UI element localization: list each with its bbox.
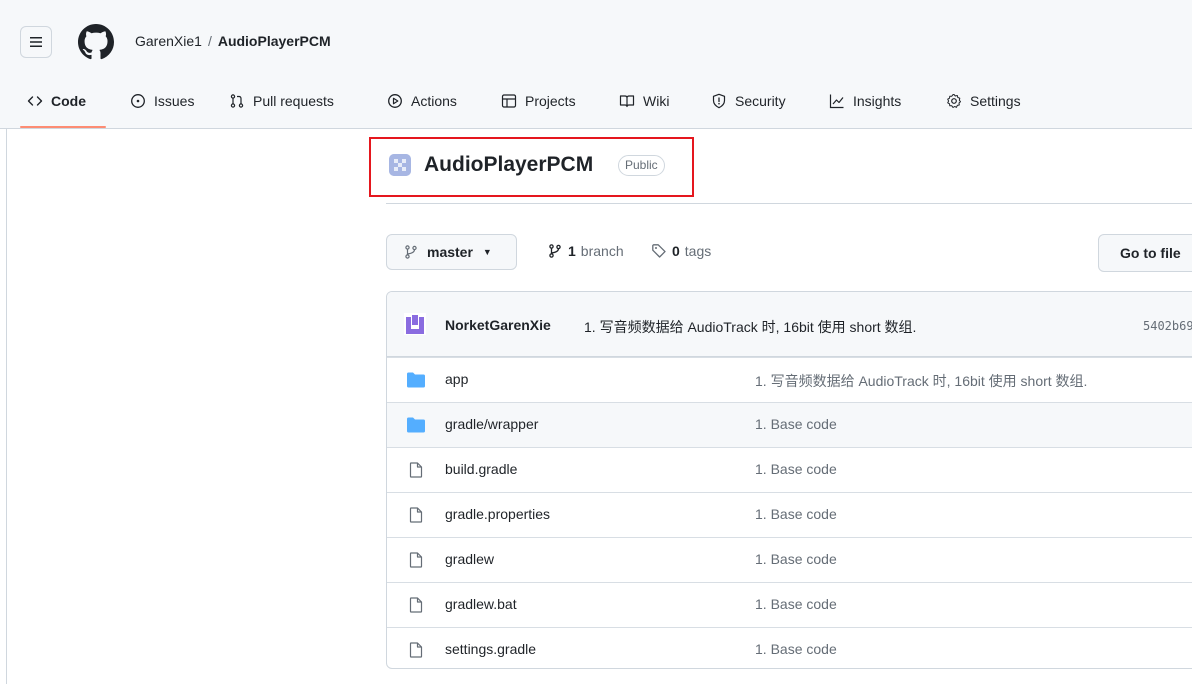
breadcrumb-separator: /	[207, 33, 212, 49]
folder-icon	[407, 417, 425, 433]
file-icon	[409, 462, 423, 478]
file-commit-message[interactable]: 1. Base code	[755, 416, 837, 432]
file-commit-message[interactable]: 1. Base code	[755, 461, 837, 477]
file-row-app[interactable]: app 1. 写音频数据给 AudioTrack 时, 16bit 使用 sho…	[387, 357, 1192, 402]
visibility-badge: Public	[618, 155, 665, 176]
title-divider	[386, 203, 1192, 204]
branch-label: branch	[580, 243, 624, 259]
folder-icon	[407, 372, 425, 388]
go-to-file-button[interactable]: Go to file	[1098, 234, 1192, 272]
tab-settings-label: Settings	[970, 93, 1021, 109]
file-row-gradle-wrapper[interactable]: gradle/wrapper 1. Base code	[387, 402, 1192, 447]
file-row-gradlew-bat[interactable]: gradlew.bat 1. Base code	[387, 582, 1192, 627]
table-icon	[501, 94, 517, 108]
file-icon	[409, 597, 423, 613]
tab-security[interactable]: Security	[711, 80, 786, 122]
git-branch-icon	[405, 245, 417, 259]
tab-actions[interactable]: Actions	[387, 80, 457, 122]
branch-name: master	[427, 244, 473, 260]
repo-header: GarenXie1 / AudioPlayerPCM Code Issues Pul…	[0, 0, 1192, 129]
git-pull-request-icon	[230, 94, 244, 108]
tab-projects[interactable]: Projects	[501, 80, 576, 122]
file-commit-message[interactable]: 1. Base code	[755, 596, 837, 612]
tag-count: 0	[672, 243, 680, 259]
tag-icon	[652, 244, 666, 258]
hamburger-icon	[30, 37, 42, 47]
file-name-link[interactable]: gradle/wrapper	[445, 416, 538, 432]
tab-pull-requests-label: Pull requests	[253, 93, 334, 109]
tab-wiki-label: Wiki	[643, 93, 670, 109]
book-icon	[619, 95, 635, 108]
commit-message-link[interactable]: 1. 写音频数据给 AudioTrack 时, 16bit 使用 short 数…	[584, 317, 916, 337]
hamburger-menu-button[interactable]	[20, 26, 52, 58]
file-row-build-gradle[interactable]: build.gradle 1. Base code	[387, 447, 1192, 492]
repo-owner-link[interactable]: GarenXie1	[135, 33, 202, 49]
github-logo-icon[interactable]	[78, 24, 114, 60]
repo-name-link[interactable]: AudioPlayerPCM	[218, 33, 331, 49]
file-name-link[interactable]: app	[445, 371, 468, 387]
branch-select-button[interactable]: master ▼	[386, 234, 517, 270]
repo-title[interactable]: AudioPlayerPCM	[424, 153, 593, 177]
file-icon	[409, 552, 423, 568]
tab-issues[interactable]: Issues	[130, 80, 194, 122]
branch-count: 1	[568, 243, 576, 259]
shield-icon	[712, 93, 726, 109]
file-icon	[409, 507, 423, 523]
tag-label: tags	[684, 243, 712, 259]
latest-commit-row: NorketGarenXie 1. 写音频数据给 AudioTrack 时, 1…	[387, 292, 1192, 357]
tags-link[interactable]: 0 tags	[651, 243, 711, 259]
tab-code[interactable]: Code	[27, 80, 86, 122]
file-commit-message[interactable]: 1. Base code	[755, 641, 837, 657]
gear-icon	[947, 94, 961, 108]
play-icon	[388, 94, 402, 108]
tab-insights[interactable]: Insights	[829, 80, 901, 122]
file-icon	[409, 642, 423, 658]
commit-author-link[interactable]: NorketGarenXie	[445, 317, 551, 333]
graph-icon	[829, 94, 844, 109]
code-icon	[27, 96, 43, 106]
tab-insights-label: Insights	[853, 93, 902, 109]
tab-wiki[interactable]: Wiki	[619, 80, 669, 122]
file-name-link[interactable]: gradlew	[445, 551, 494, 567]
tab-security-label: Security	[735, 93, 786, 109]
tab-code-label: Code	[51, 93, 86, 109]
tab-settings[interactable]: Settings	[946, 80, 1021, 122]
tab-issues-label: Issues	[154, 93, 195, 109]
file-row-gradle-properties[interactable]: gradle.properties 1. Base code	[387, 492, 1192, 537]
file-table: NorketGarenXie 1. 写音频数据给 AudioTrack 时, 1…	[386, 291, 1192, 669]
file-commit-message[interactable]: 1. Base code	[755, 506, 837, 522]
active-tab-underline	[20, 126, 106, 128]
file-name-link[interactable]: gradle.properties	[445, 506, 550, 522]
git-branch-icon	[549, 244, 561, 258]
file-name-link[interactable]: gradlew.bat	[445, 596, 517, 612]
commit-author-avatar[interactable]	[404, 313, 426, 335]
breadcrumb: GarenXie1 / AudioPlayerPCM	[135, 33, 331, 49]
commit-sha-link[interactable]: 5402b69	[1143, 319, 1192, 333]
file-row-settings-gradle[interactable]: settings.gradle 1. Base code	[387, 627, 1192, 668]
branches-link[interactable]: 1 branch	[547, 243, 624, 259]
file-commit-message[interactable]: 1. Base code	[755, 551, 837, 567]
tab-projects-label: Projects	[525, 93, 576, 109]
tab-actions-label: Actions	[411, 93, 457, 109]
file-name-link[interactable]: settings.gradle	[445, 641, 536, 657]
chevron-down-icon: ▼	[482, 247, 492, 257]
tab-pull-requests[interactable]: Pull requests	[229, 80, 334, 122]
file-row-gradlew[interactable]: gradlew 1. Base code	[387, 537, 1192, 582]
file-commit-message[interactable]: 1. 写音频数据给 AudioTrack 时, 16bit 使用 short 数…	[755, 371, 1087, 391]
file-name-link[interactable]: build.gradle	[445, 461, 517, 477]
issue-opened-icon	[131, 94, 145, 108]
repo-owner-avatar	[389, 154, 411, 176]
